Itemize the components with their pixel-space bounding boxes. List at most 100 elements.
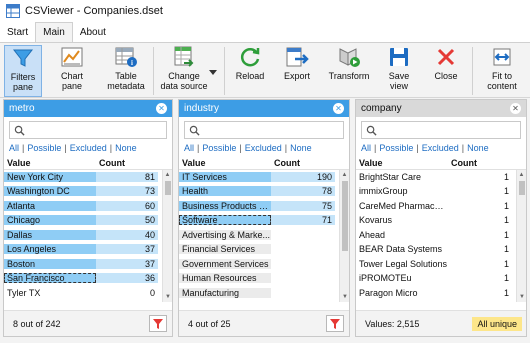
cell-count: 60: [96, 200, 158, 211]
filter-panel-company: company ✕ All | Possible | Excluded | None Val…: [355, 99, 527, 337]
table-row[interactable]: Boston 37: [4, 257, 172, 272]
tab-start[interactable]: Start: [0, 22, 35, 42]
table-row[interactable]: Tyler TX 0: [4, 286, 172, 301]
scrollbar-thumb[interactable]: [165, 181, 171, 195]
cell-value: BrightStar Care: [359, 171, 422, 182]
column-header-value[interactable]: Value: [356, 158, 448, 169]
chart-icon: [61, 47, 83, 67]
table-row[interactable]: Government Services: [179, 257, 349, 272]
link-excluded[interactable]: Excluded: [422, 143, 459, 153]
table-row[interactable]: Los Angeles 37: [4, 243, 172, 257]
table-row[interactable]: Dallas 40: [4, 228, 172, 243]
link-excluded[interactable]: Excluded: [245, 143, 282, 153]
table-header: Value Count: [179, 158, 349, 170]
vertical-scrollbar[interactable]: ▲ ▼: [339, 170, 349, 302]
cell-value: Manufacturing: [179, 287, 271, 298]
table-row[interactable]: Advertising & Marke...: [179, 228, 349, 243]
cell-value: Kovarus: [359, 215, 393, 226]
column-header-value[interactable]: Value: [4, 158, 96, 169]
table-row[interactable]: Paragon Micro 1: [356, 286, 526, 301]
table-row[interactable]: Kovarus 1: [356, 214, 526, 228]
close-button[interactable]: Close: [428, 45, 464, 97]
cell-count: 81: [96, 171, 158, 182]
table-row[interactable]: iPROMOTEu 1: [356, 272, 526, 286]
link-all[interactable]: All: [361, 143, 371, 153]
data-source-dropdown[interactable]: [208, 45, 218, 97]
link-possible[interactable]: Possible: [379, 143, 413, 153]
chart-pane-button[interactable]: Chart pane: [52, 45, 92, 97]
link-none[interactable]: None: [290, 143, 312, 153]
scrollbar-thumb[interactable]: [519, 181, 525, 195]
table-row[interactable]: Financial Services: [179, 243, 349, 257]
cell-value: Tyler TX: [7, 287, 41, 298]
ribbon-separator: [224, 47, 225, 95]
table-row[interactable]: Software 71: [179, 214, 349, 228]
ribbon-toolbar: Filters pane Chart pane i Table metadata: [0, 42, 530, 98]
link-possible[interactable]: Possible: [27, 143, 61, 153]
scrollbar-thumb[interactable]: [342, 181, 348, 251]
cell-count: 1: [503, 171, 509, 182]
table-metadata-button[interactable]: i Table metadata: [104, 45, 148, 97]
column-header-count[interactable]: Count: [96, 158, 125, 169]
table-row[interactable]: CareMed Pharmaceu... 1: [356, 199, 526, 214]
table-row[interactable]: San Francisco 36: [4, 272, 172, 286]
column-header-count[interactable]: Count: [448, 158, 477, 169]
link-excluded[interactable]: Excluded: [70, 143, 107, 153]
table-row[interactable]: BEAR Data Systems 1: [356, 243, 526, 257]
panel-title: company: [361, 103, 402, 114]
close-icon: [437, 48, 455, 66]
table-row[interactable]: Manufacturing: [179, 286, 349, 301]
scroll-down-icon[interactable]: ▼: [340, 292, 349, 302]
table-row[interactable]: IT Services 190: [179, 170, 349, 185]
table-row[interactable]: Human Resources: [179, 272, 349, 286]
scroll-down-icon[interactable]: ▼: [163, 292, 172, 302]
table-row[interactable]: immixGroup 1: [356, 185, 526, 199]
transform-button[interactable]: Transform: [326, 45, 372, 97]
table-row[interactable]: New York City 81: [4, 170, 172, 185]
change-data-source-button[interactable]: Change data source: [158, 45, 210, 97]
close-icon[interactable]: ✕: [333, 103, 344, 114]
scroll-up-icon[interactable]: ▲: [163, 170, 172, 180]
ribbon-tabs: Start Main About: [0, 22, 530, 42]
export-button[interactable]: Export: [278, 45, 316, 97]
close-icon[interactable]: ✕: [156, 103, 167, 114]
cell-value: CareMed Pharmaceu...: [359, 200, 448, 211]
filters-pane-button[interactable]: Filters pane: [4, 45, 42, 97]
vertical-scrollbar[interactable]: ▲ ▼: [162, 170, 172, 302]
table-metadata-label: Table metadata: [107, 71, 145, 91]
save-icon: [390, 48, 408, 66]
close-icon[interactable]: ✕: [510, 103, 521, 114]
link-all[interactable]: All: [184, 143, 194, 153]
cell-value: Los Angeles: [4, 244, 96, 255]
tab-main[interactable]: Main: [35, 22, 73, 42]
link-possible[interactable]: Possible: [202, 143, 236, 153]
table-row[interactable]: Health 78: [179, 185, 349, 199]
save-view-button[interactable]: Save view: [382, 45, 416, 97]
search-input[interactable]: [9, 121, 167, 139]
close-label: Close: [434, 71, 458, 81]
scroll-down-icon[interactable]: ▼: [517, 292, 526, 302]
fit-to-content-button[interactable]: Fit to content: [478, 45, 526, 97]
tab-about[interactable]: About: [73, 22, 113, 42]
link-all[interactable]: All: [9, 143, 19, 153]
scroll-up-icon[interactable]: ▲: [517, 170, 526, 180]
vertical-scrollbar[interactable]: ▲ ▼: [516, 170, 526, 302]
scroll-up-icon[interactable]: ▲: [340, 170, 349, 180]
table-row[interactable]: Atlanta 60: [4, 199, 172, 214]
table-row[interactable]: Chicago 50: [4, 214, 172, 228]
panel-header: company ✕: [356, 100, 526, 117]
clear-filter-button[interactable]: [149, 315, 167, 332]
search-input[interactable]: [361, 121, 521, 139]
column-header-count[interactable]: Count: [271, 158, 300, 169]
table-row[interactable]: BrightStar Care 1: [356, 170, 526, 185]
column-header-value[interactable]: Value: [179, 158, 271, 169]
link-none[interactable]: None: [467, 143, 489, 153]
table-row[interactable]: Business Products &... 75: [179, 199, 349, 214]
reload-button[interactable]: Reload: [232, 45, 268, 97]
clear-filter-button[interactable]: [326, 315, 344, 332]
link-none[interactable]: None: [115, 143, 137, 153]
table-row[interactable]: Washington DC 73: [4, 185, 172, 199]
table-row[interactable]: Tower Legal Solutions 1: [356, 257, 526, 272]
table-row[interactable]: Ahead 1: [356, 228, 526, 243]
search-input[interactable]: [184, 121, 344, 139]
